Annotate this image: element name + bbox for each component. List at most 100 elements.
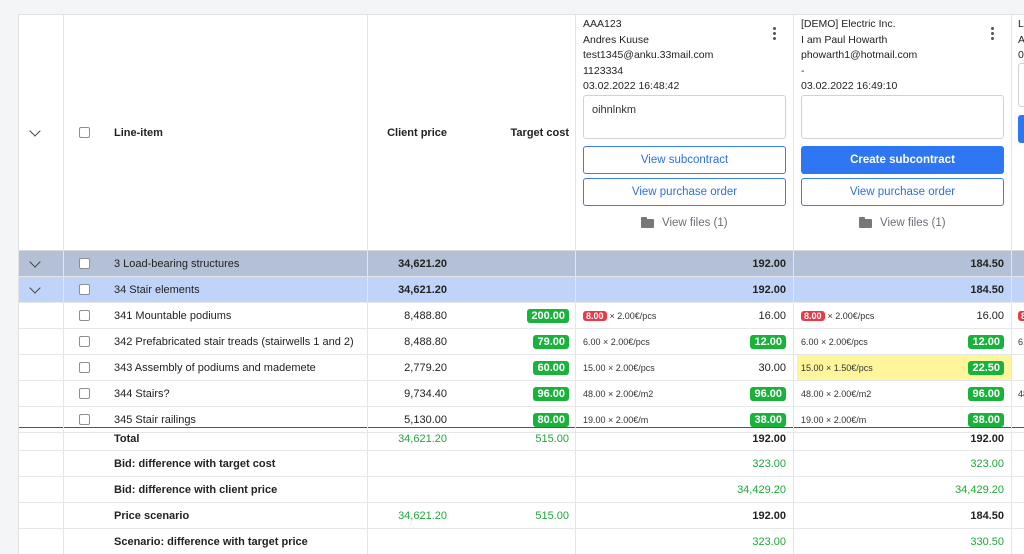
supplier-summary-value: 34,429.20	[955, 483, 1004, 496]
group-row[interactable]: 34 Stair elements 34,621.20 192.00 184.5…	[19, 277, 1024, 303]
supplier-note-field[interactable]	[1018, 63, 1024, 107]
view-files-label: View files (1)	[880, 217, 946, 229]
group-label: 34 Stair elements	[114, 283, 200, 296]
line-item-label: 341 Mountable podiums	[114, 309, 232, 322]
target-cost-badge: 79.00	[533, 334, 569, 349]
supplier-summary-value: 323.00	[970, 457, 1004, 470]
supplier-note-field[interactable]: oihnlnkm	[583, 95, 786, 139]
supplier-line-total: 16.00	[976, 309, 1004, 322]
supplier-contact: A	[1018, 33, 1024, 49]
summary-row: Bid: difference with target cost 323.00 32…	[19, 451, 1024, 477]
supplier-total: 184.50	[970, 283, 1004, 296]
client-price-value: 34,621.20	[398, 257, 447, 270]
target-cost-value: 515.00	[535, 433, 569, 445]
quantity-flag: 8	[1018, 310, 1024, 321]
supplier-total: 184.50	[970, 257, 1004, 270]
folder-icon	[859, 216, 872, 228]
create-subcontract-button[interactable]: Create subcontract	[801, 146, 1004, 174]
quantity-flag: 8.00	[801, 310, 825, 321]
collapse-toggle[interactable]	[29, 251, 51, 276]
comparison-table: Line-item Client price Target cost AAA12…	[18, 14, 1024, 554]
quantity-flag: 8.00	[583, 310, 607, 321]
table-row[interactable]: 341 Mountable podiums 8,488.80 200.00 8.00 ×…	[19, 303, 1024, 329]
summary-row: Scenario: difference with target price 32…	[19, 529, 1024, 554]
supplier-line-total: 96.00	[968, 386, 1004, 401]
supplier-contact: I am Paul Howarth	[801, 33, 888, 46]
unit-calculation: 6.	[1018, 336, 1024, 347]
chevron-down-icon	[29, 124, 41, 137]
summary-row: Total 34,621.20 515.00 192.00 192.00	[19, 427, 1024, 451]
summary-row: Price scenario 34,621.20 515.00 192.00 184.5…	[19, 503, 1024, 529]
target-cost-badge: 200.00	[527, 308, 569, 323]
supplier-phone: 0	[1018, 49, 1024, 62]
unit-calculation: 6.00 × 2.00€/pcs	[801, 336, 868, 347]
view-purchase-order-button[interactable]: View purchase order	[583, 178, 786, 206]
supplier-name: [DEMO] Electric Inc.	[801, 18, 896, 30]
group-row[interactable]: 3 Load-bearing structures 34,621.20 192.…	[19, 251, 1024, 277]
row-checkbox[interactable]	[79, 414, 90, 425]
supplier-note-field[interactable]	[801, 95, 1004, 139]
client-price-value: 34,621.20	[398, 283, 447, 296]
collapse-toggle[interactable]	[29, 277, 51, 302]
unit-calculation: × 2.00€/pcs	[609, 310, 657, 321]
view-files-label: View files (1)	[662, 217, 728, 229]
supplier-date: 03.02.2022 16:48:42	[583, 80, 680, 93]
column-divider	[575, 15, 576, 554]
view-files-link[interactable]: View files (1)	[859, 216, 946, 229]
column-header-target-cost[interactable]: Target cost	[459, 15, 569, 250]
row-checkbox[interactable]	[79, 388, 90, 399]
create-subcontract-button[interactable]	[1018, 115, 1024, 143]
table-row[interactable]: 344 Stairs? 9,734.40 96.00 48.00 × 2.00€/m2…	[19, 381, 1024, 407]
supplier-total: 192.00	[752, 257, 786, 270]
summary-label: Scenario: difference with target price	[114, 535, 308, 548]
column-divider	[63, 15, 64, 554]
table-row[interactable]: 342 Prefabricated stair treads (stairwel…	[19, 329, 1024, 355]
client-price-value: 34,621.20	[398, 433, 447, 445]
summary-label: Total	[114, 433, 140, 445]
supplier-summary-value: 323.00	[752, 457, 786, 470]
supplier-line-total: 30.00	[758, 361, 786, 374]
group-label: 3 Load-bearing structures	[114, 257, 240, 270]
target-cost-value	[459, 451, 569, 476]
row-checkbox[interactable]	[79, 336, 90, 347]
line-item-label: 344 Stairs?	[114, 387, 170, 400]
supplier-email: phowarth1@hotmail.com	[801, 49, 918, 62]
supplier-line-total: 38.00	[968, 412, 1004, 427]
target-cost-badge: 60.00	[533, 360, 569, 375]
supplier-line-total: 12.00	[968, 334, 1004, 349]
supplier-line-total: 16.00	[758, 309, 786, 322]
unit-calculation: × 2.00€/pcs	[827, 310, 875, 321]
summary-label: Bid: difference with client price	[114, 483, 278, 496]
target-cost-badge: 96.00	[533, 386, 569, 401]
unit-calculation: 19.00 × 2.00€/m	[801, 414, 867, 425]
client-price-value: 9,734.40	[404, 387, 447, 400]
view-files-link[interactable]: View files (1)	[641, 216, 728, 229]
supplier-phone: 1123334	[583, 64, 624, 77]
more-options-icon[interactable]	[991, 27, 995, 42]
supplier-phone: -	[801, 64, 805, 77]
column-header-client-price[interactable]: Client price	[369, 15, 447, 250]
more-options-icon[interactable]	[773, 27, 777, 42]
row-checkbox[interactable]	[79, 310, 90, 321]
view-subcontract-button[interactable]: View subcontract	[583, 146, 786, 174]
supplier-summary-value: 34,429.20	[737, 483, 786, 496]
select-all-checkbox[interactable]	[79, 127, 90, 138]
row-checkbox[interactable]	[79, 362, 90, 373]
client-price-value: 34,621.20	[398, 509, 447, 522]
column-divider	[1011, 15, 1012, 554]
page: Line-item Client price Target cost AAA12…	[0, 0, 1024, 554]
table-row[interactable]: 343 Assembly of podiums and mademete 2,77…	[19, 355, 1024, 381]
row-checkbox[interactable]	[79, 258, 90, 269]
client-price-value: 8,488.80	[404, 309, 447, 322]
view-purchase-order-button[interactable]: View purchase order	[801, 178, 1004, 206]
target-cost-value: 515.00	[535, 509, 569, 522]
unit-calculation: 48.00 × 2.00€/m2	[801, 388, 872, 399]
line-item-label: 343 Assembly of podiums and mademete	[114, 361, 316, 374]
summary-label: Bid: difference with target cost	[114, 457, 276, 470]
row-checkbox[interactable]	[79, 284, 90, 295]
unit-calculation: 48.00 × 2.00€/m2	[583, 388, 654, 399]
supplier-summary-value: 192.00	[970, 433, 1004, 445]
collapse-all-toggle[interactable]	[29, 15, 51, 250]
client-price-value	[369, 477, 447, 502]
supplier-summary-value: 184.50	[970, 509, 1004, 522]
